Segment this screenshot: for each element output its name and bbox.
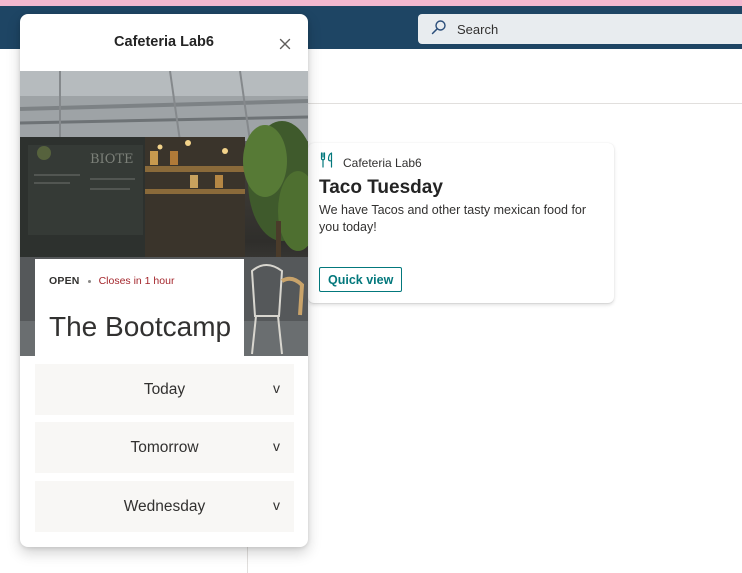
open-status: OPEN Closes in 1 hour [49, 275, 174, 287]
adaptive-card[interactable]: Cafeteria Lab6 Taco Tuesday We have Taco… [308, 143, 614, 303]
card-title: Taco Tuesday [319, 177, 443, 198]
status-badge: OPEN [49, 275, 80, 287]
close-icon[interactable] [276, 35, 294, 53]
section-divider [247, 546, 248, 573]
day-label: Wednesday [123, 497, 206, 515]
day-row-tomorrow[interactable]: Tomorrow v [35, 422, 294, 473]
day-row-wednesday[interactable]: Wednesday v [35, 481, 294, 532]
day-row-today[interactable]: Today v [35, 364, 294, 415]
cafeteria-hero-image: BIOTE OPEN Closes in 1 hour The Bootcamp [20, 71, 308, 356]
location-info-box: OPEN Closes in 1 hour The Bootcamp [35, 259, 244, 356]
card-app-name: Cafeteria Lab6 [343, 155, 422, 170]
day-label: Tomorrow [130, 438, 199, 456]
search-icon [431, 19, 447, 40]
location-name: The Bootcamp [49, 311, 232, 342]
card-description: We have Tacos and other tasty mexican fo… [319, 203, 587, 234]
fork-knife-icon [319, 152, 335, 173]
day-label: Today [143, 380, 186, 398]
search-input[interactable] [457, 21, 697, 37]
chevron-down-icon[interactable]: v [273, 497, 280, 513]
quick-view-panel: Cafeteria Lab6 BIOTE OPEN Closes in 1 ho… [20, 14, 308, 547]
search-box[interactable] [418, 14, 742, 44]
quick-view-title: Cafeteria Lab6 [114, 34, 214, 50]
closing-time: Closes in 1 hour [98, 275, 175, 287]
chevron-down-icon[interactable]: v [273, 438, 280, 454]
chevron-down-icon[interactable]: v [273, 380, 280, 396]
page-header-divider [300, 103, 742, 104]
card-header: Cafeteria Lab6 [319, 152, 422, 173]
svg-text:BIOTE: BIOTE [90, 152, 134, 167]
status-separator-dot [87, 279, 91, 283]
quick-view-button[interactable]: Quick view [319, 267, 403, 292]
